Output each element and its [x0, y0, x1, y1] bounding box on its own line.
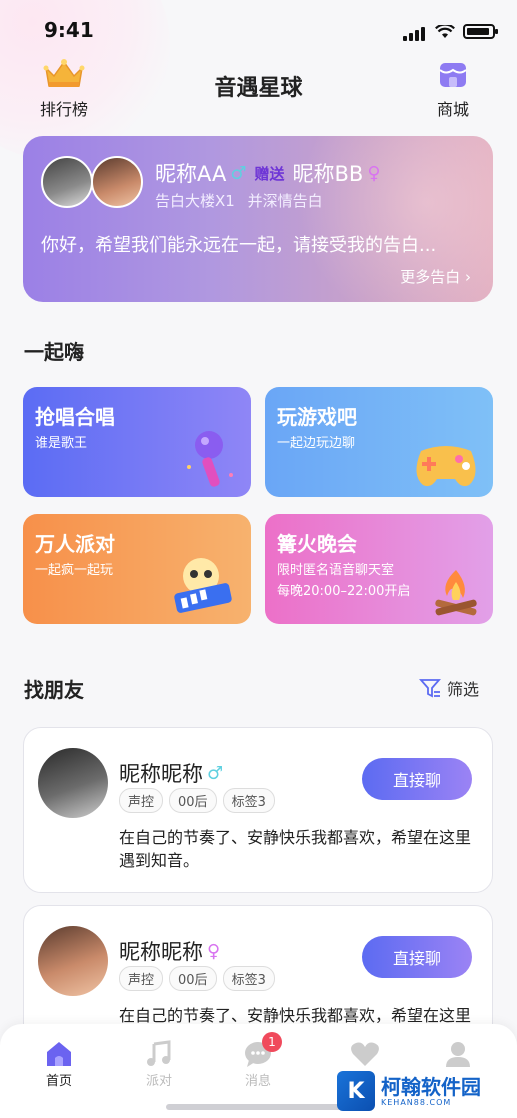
tag: 标签3	[222, 966, 275, 991]
app-screen: 9:41 排行榜 音遇星球 商城 昵称AA ♂ 赠送 昵称BB ♀ 告白大楼X1…	[0, 0, 517, 1118]
unread-badge: 1	[262, 1032, 282, 1052]
tag: 声控	[119, 788, 164, 813]
gamepad-icon	[416, 446, 476, 487]
female-icon: ♀	[207, 940, 221, 962]
section-title-play: 一起嗨	[24, 340, 84, 364]
status-bar: 9:41	[0, 0, 517, 58]
status-time: 9:41	[44, 18, 94, 42]
microphone-icon	[187, 431, 233, 487]
card-title: 万人派对	[35, 532, 115, 556]
friend-name-row: 昵称昵称 ♂	[119, 758, 223, 788]
tab-party[interactable]: 派对	[119, 1038, 199, 1089]
filter-label: 筛选	[446, 680, 479, 699]
shop-label: 商城	[436, 100, 469, 119]
shop-button[interactable]: 商城	[423, 58, 483, 120]
banner-names: 昵称AA ♂ 赠送 昵称BB ♀	[155, 158, 381, 188]
friend-card[interactable]: 昵称昵称 ♂ 声控 00后 标签3 在自己的节奏了、安静快乐我都喜欢，希望在这里…	[23, 727, 493, 893]
card-party[interactable]: 万人派对 一起疯一起玩	[23, 514, 251, 624]
more-confessions-link[interactable]: 更多告白 ›	[400, 266, 471, 287]
campfire-icon	[435, 570, 477, 616]
friend-name: 昵称昵称	[119, 940, 203, 964]
tag: 标签3	[222, 788, 275, 813]
tag: 00后	[169, 788, 217, 813]
chevron-right-icon: ›	[460, 268, 471, 286]
gift-note: 并深情告白	[247, 192, 323, 210]
status-icons	[403, 22, 498, 41]
tab-likes[interactable]	[325, 1038, 405, 1070]
party-icon	[174, 558, 232, 613]
male-icon: ♂	[230, 162, 247, 184]
confession-banner[interactable]: 昵称AA ♂ 赠送 昵称BB ♀ 告白大楼X1 并深情告白 你好，希望我们能永远…	[23, 136, 493, 302]
home-indicator	[166, 1104, 352, 1110]
card-schedule: 每晚20:00–22:00开启	[277, 584, 411, 599]
card-sing[interactable]: 抢唱合唱 谁是歌王	[23, 387, 251, 497]
battery-icon	[463, 24, 498, 39]
watermark-text: 柯翰软件园	[381, 1074, 481, 1099]
card-title: 玩游戏吧	[277, 405, 357, 429]
tag: 00后	[169, 966, 217, 991]
wifi-icon	[435, 24, 455, 38]
friend-description: 在自己的节奏了、安静快乐我都喜欢，希望在这里遇到知音。	[119, 828, 472, 870]
tag-list: 声控 00后 标签3	[119, 788, 275, 813]
direct-chat-button[interactable]: 直接聊	[362, 936, 472, 978]
card-subtitle: 谁是歌王	[35, 436, 88, 451]
avatar	[38, 748, 108, 818]
section-title-friends: 找朋友	[24, 678, 84, 702]
music-icon	[147, 1040, 171, 1066]
banner-message: 你好，希望我们能永远在一起，请接受我的告白...	[41, 235, 437, 256]
avatar	[38, 926, 108, 996]
friend-name: 昵称昵称	[119, 762, 203, 786]
tab-label: 派对	[145, 1074, 172, 1089]
tab-label: 首页	[45, 1074, 72, 1089]
direct-chat-button[interactable]: 直接聊	[362, 758, 472, 800]
receiver-avatar	[91, 156, 143, 208]
gift-detail: 告白大楼X1	[155, 192, 235, 210]
profile-icon	[446, 1042, 470, 1067]
card-subtitle: 限时匿名语音聊天室	[277, 563, 395, 578]
card-campfire[interactable]: 篝火晚会 限时匿名语音聊天室 每晚20:00–22:00开启	[265, 514, 493, 624]
watermark-sub: KEHAN88.COM	[381, 1097, 452, 1107]
sender-avatar	[41, 156, 93, 208]
more-label: 更多告白	[400, 268, 461, 286]
signal-icon	[403, 22, 427, 41]
tab-profile[interactable]	[418, 1038, 498, 1070]
male-icon: ♂	[207, 762, 224, 784]
card-title: 抢唱合唱	[35, 405, 115, 429]
tab-messages[interactable]: 1 消息	[218, 1032, 298, 1089]
watermark-logo: K	[337, 1071, 375, 1111]
filter-icon	[419, 679, 441, 698]
heart-icon	[351, 1042, 379, 1066]
friend-name-row: 昵称昵称 ♀	[119, 936, 220, 966]
banner-subtitle: 告白大楼X1 并深情告白	[155, 190, 323, 211]
card-title: 篝火晚会	[277, 532, 357, 556]
tag: 声控	[119, 966, 164, 991]
tab-label: 消息	[244, 1074, 271, 1089]
filter-button[interactable]: 筛选	[419, 676, 479, 700]
card-subtitle: 一起边玩边聊	[277, 436, 356, 451]
header: 排行榜 音遇星球 商城	[0, 58, 517, 128]
tag-list: 声控 00后 标签3	[119, 966, 275, 991]
female-icon: ♀	[367, 162, 381, 184]
gift-word: 赠送	[254, 164, 285, 183]
shop-icon	[439, 63, 467, 87]
card-subtitle: 一起疯一起玩	[35, 563, 114, 578]
home-icon	[47, 1042, 71, 1066]
tab-home[interactable]: 首页	[19, 1038, 99, 1089]
watermark: K 柯翰软件园 KEHAN88.COM	[337, 1068, 507, 1114]
card-game[interactable]: 玩游戏吧 一起边玩边聊	[265, 387, 493, 497]
receiver-name: 昵称BB	[292, 162, 364, 186]
sender-name: 昵称AA	[155, 162, 227, 186]
